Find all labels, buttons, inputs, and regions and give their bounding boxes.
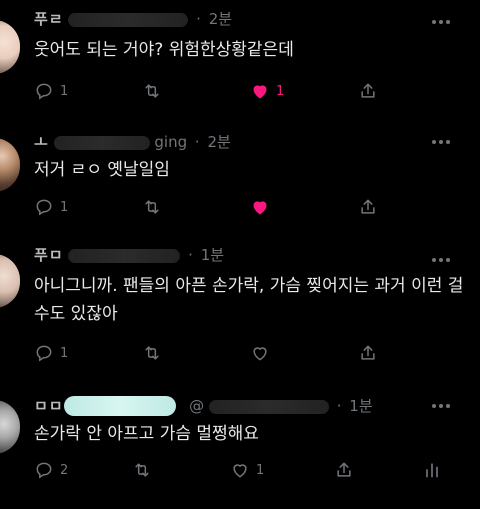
like-count: 1 — [256, 462, 265, 478]
like-button[interactable]: 1 — [230, 459, 264, 481]
more-icon[interactable] — [432, 140, 450, 144]
reply-button[interactable]: 2 — [34, 459, 68, 481]
like-icon — [233, 464, 247, 478]
tweet-actions: 1 1 — [34, 80, 454, 102]
reply-button[interactable]: 1 — [34, 342, 68, 364]
share-icon — [337, 462, 351, 477]
tweet-actions: 1 — [34, 196, 454, 218]
author-handle[interactable]: ging — [154, 133, 187, 151]
reply-count: 1 — [60, 345, 69, 361]
share-icon — [361, 83, 375, 98]
avatar[interactable] — [0, 20, 20, 74]
reply-count: 1 — [60, 199, 69, 215]
timestamp[interactable]: 2분 — [209, 10, 232, 28]
like-button[interactable]: 1 — [250, 80, 284, 102]
like-count: 1 — [276, 83, 285, 99]
analytics-button[interactable] — [422, 459, 442, 481]
reply-icon — [36, 462, 52, 479]
author-name[interactable]: ㅗ — [34, 133, 49, 151]
avatar[interactable] — [0, 400, 20, 454]
reply-icon — [36, 345, 52, 362]
more-icon[interactable] — [432, 20, 450, 24]
analytics-icon — [426, 463, 438, 478]
like-button[interactable] — [250, 196, 276, 218]
share-icon — [361, 345, 375, 360]
share-button[interactable] — [358, 80, 378, 102]
reply-count: 2 — [60, 462, 69, 478]
more-icon[interactable] — [432, 404, 450, 408]
share-button[interactable] — [358, 196, 378, 218]
reply-count: 1 — [60, 83, 69, 99]
tweet-text: 웃어도 되는 거야? 위험한상황같은데 — [34, 40, 294, 60]
tweet-text: 저거 ㄹㅇ 옛날일임 — [34, 160, 170, 180]
tweet-text: 아니그니까. 팬들의 아픈 손가락, 가슴 찢어지는 과거 이런 걸수도 있잖아 — [34, 276, 464, 324]
retweet-icon — [145, 346, 159, 360]
redacted-handle — [208, 399, 329, 414]
redacted-handle — [53, 135, 150, 150]
timestamp[interactable]: 1분 — [201, 246, 224, 264]
share-button[interactable] — [334, 459, 354, 481]
share-button[interactable] — [358, 342, 378, 364]
like-icon — [253, 347, 267, 361]
retweet-button[interactable] — [142, 342, 162, 364]
tweet-header: ㅁㅁ @ · 1분 — [34, 397, 373, 415]
retweet-icon — [135, 463, 149, 477]
retweet-icon — [145, 84, 159, 98]
tweet-actions: 1 — [34, 342, 454, 364]
like-button[interactable] — [250, 342, 276, 364]
tweet-text: 손가락 안 아프고 가슴 멀쩡해요 — [34, 424, 259, 444]
like-icon — [253, 85, 267, 99]
retweet-button[interactable] — [132, 459, 152, 481]
share-icon — [361, 199, 375, 214]
author-name[interactable]: ㅁㅁ — [34, 397, 64, 415]
timestamp[interactable]: 2분 — [207, 133, 230, 151]
more-icon[interactable] — [432, 258, 450, 262]
reply-button[interactable]: 1 — [34, 196, 68, 218]
redacted-handle — [68, 248, 181, 263]
author-name[interactable]: 푸ㄹ — [34, 10, 64, 28]
avatar[interactable] — [0, 138, 20, 192]
like-icon — [253, 201, 267, 215]
tweet-header: 푸ㄹ · 2분 — [34, 10, 233, 28]
retweet-button[interactable] — [142, 80, 162, 102]
redacted-handle — [68, 12, 189, 27]
tweet-header: ㅗ ging · 2분 — [34, 133, 231, 151]
reply-button[interactable]: 1 — [34, 80, 68, 102]
avatar[interactable] — [0, 254, 20, 308]
reply-icon — [36, 83, 52, 100]
retweet-button[interactable] — [142, 196, 162, 218]
tweet-actions: 2 1 — [34, 459, 454, 481]
author-handle[interactable]: @ — [189, 397, 204, 415]
author-name[interactable]: 푸ㅁ — [34, 246, 64, 264]
timestamp[interactable]: 1분 — [349, 397, 372, 415]
reply-icon — [36, 199, 52, 216]
retweet-icon — [145, 200, 159, 214]
tweet-header: 푸ㅁ · 1분 — [34, 246, 225, 264]
